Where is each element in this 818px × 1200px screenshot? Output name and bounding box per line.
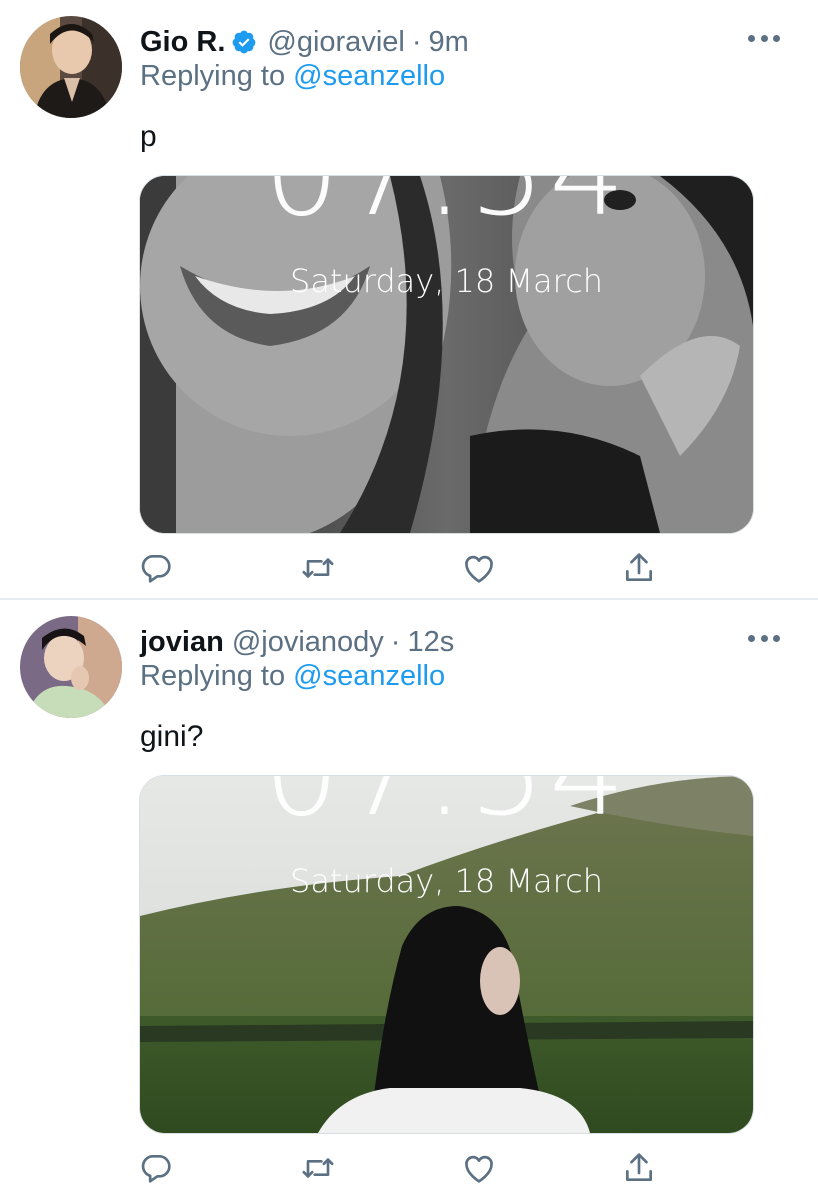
tweet-text: p xyxy=(140,120,157,153)
tweet-header: Gio R. @gioraviel · 9m xyxy=(140,22,469,62)
avatar[interactable] xyxy=(20,616,122,718)
reply-button[interactable] xyxy=(136,1148,176,1188)
like-button[interactable] xyxy=(459,1148,499,1188)
replying-to-handle[interactable]: @seanzello xyxy=(293,60,445,92)
timestamp[interactable]: 12s xyxy=(407,626,454,659)
replying-to-handle[interactable]: @seanzello xyxy=(293,660,445,692)
share-icon xyxy=(626,553,652,581)
lockscreen-date: Saturday, 18 March xyxy=(290,262,603,300)
timestamp[interactable]: 9m xyxy=(429,26,469,59)
separator-dot: · xyxy=(411,25,422,58)
reply-icon xyxy=(141,555,171,583)
avatar[interactable] xyxy=(20,16,122,118)
heart-icon xyxy=(465,1155,493,1183)
display-name[interactable]: jovian xyxy=(140,626,224,659)
verified-badge-icon xyxy=(233,30,256,54)
lockscreen-time: 07:54 xyxy=(140,176,753,243)
reply-icon xyxy=(141,1155,171,1183)
share-button[interactable] xyxy=(619,1148,659,1188)
display-name[interactable]: Gio R. xyxy=(140,26,225,59)
user-handle[interactable]: @gioraviel xyxy=(267,26,404,59)
more-options-icon[interactable] xyxy=(748,28,780,48)
tweet-actions xyxy=(0,1148,818,1188)
retweet-button[interactable] xyxy=(298,1148,338,1188)
tweet-actions xyxy=(0,548,818,588)
replying-to-label: Replying to xyxy=(140,660,286,692)
share-button[interactable] xyxy=(619,548,659,588)
tweet[interactable]: jovian @jovianody · 12s Replying to @sea… xyxy=(0,600,818,1200)
share-icon xyxy=(626,1153,652,1181)
avatar-image xyxy=(20,16,122,118)
tweet[interactable]: Gio R. @gioraviel · 9m Replying to @sean… xyxy=(0,0,818,598)
avatar-image xyxy=(20,616,122,718)
heart-icon xyxy=(465,555,493,583)
reply-button[interactable] xyxy=(136,548,176,588)
tweet-media[interactable]: 07:54 Saturday, 18 March xyxy=(139,175,754,534)
replying-to: Replying to @seanzello xyxy=(140,660,445,693)
replying-to: Replying to @seanzello xyxy=(140,60,445,93)
retweet-icon xyxy=(302,558,334,578)
lockscreen-date: Saturday, 18 March xyxy=(290,862,603,900)
retweet-button[interactable] xyxy=(298,548,338,588)
retweet-icon xyxy=(302,1158,334,1178)
like-button[interactable] xyxy=(459,548,499,588)
user-handle[interactable]: @jovianody xyxy=(232,626,384,659)
tweet-text: gini? xyxy=(140,720,204,753)
tweet-header: jovian @jovianody · 12s xyxy=(140,622,454,662)
more-options-icon[interactable] xyxy=(748,628,780,648)
lockscreen-time: 07:54 xyxy=(140,776,753,843)
tweet-media[interactable]: 07:54 Saturday, 18 March xyxy=(139,775,754,1134)
separator-dot: · xyxy=(390,625,401,658)
replying-to-label: Replying to xyxy=(140,60,286,92)
